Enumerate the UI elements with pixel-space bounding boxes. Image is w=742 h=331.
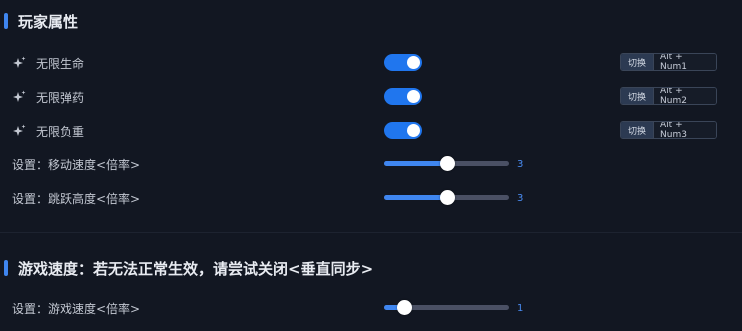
jump-height-slider[interactable] bbox=[384, 190, 509, 205]
infinite-ammo-toggle[interactable] bbox=[384, 88, 422, 105]
infinite-weight-toggle[interactable] bbox=[384, 122, 422, 139]
toggle-label: 无限负重 bbox=[36, 124, 85, 139]
toggle-knob bbox=[407, 90, 420, 103]
toggle-label: 无限生命 bbox=[36, 56, 85, 71]
section-accent-bar bbox=[4, 13, 8, 29]
infinite-health-toggle[interactable] bbox=[384, 54, 422, 71]
slider-label: 设置：游戏速度<倍率> bbox=[12, 301, 141, 316]
slider-thumb[interactable] bbox=[397, 300, 412, 315]
slider-thumb[interactable] bbox=[440, 190, 455, 205]
slider-value: 3 bbox=[517, 192, 524, 204]
sparkle-icon bbox=[13, 90, 26, 102]
slider-row-jump-height: 设置：跳跃高度<倍率> 3 bbox=[0, 186, 742, 210]
section-title-game-speed: 游戏速度：若无法正常生效，请尝试关闭<垂直同步> bbox=[4, 257, 373, 279]
hotkey-combo: Alt + Num3 bbox=[654, 122, 717, 138]
toggle-label: 无限弹药 bbox=[36, 90, 85, 105]
hotkey-switch-button[interactable]: 切换 bbox=[621, 54, 655, 70]
hotkey-switch-button[interactable]: 切换 bbox=[621, 122, 655, 138]
toggle-knob bbox=[407, 56, 420, 69]
toggle-row-infinite-weight: 无限负重 切换 Alt + Num3 bbox=[0, 119, 742, 143]
slider-thumb[interactable] bbox=[440, 156, 455, 171]
slider-row-game-speed: 设置：游戏速度<倍率> 1 bbox=[0, 296, 742, 320]
toggle-knob bbox=[407, 124, 420, 137]
section-title-text: 游戏速度：若无法正常生效，请尝试关闭<垂直同步> bbox=[18, 259, 374, 278]
toggle-row-infinite-ammo: 无限弹药 切换 Alt + Num2 bbox=[0, 85, 742, 109]
slider-fill bbox=[384, 195, 447, 200]
slider-label: 设置：跳跃高度<倍率> bbox=[12, 191, 141, 206]
trainer-panel: 玩家属性 无限生命 切换 Alt + Num1 无限弹药 切换 Alt + Nu… bbox=[0, 0, 742, 331]
hotkey-switch-button[interactable]: 切换 bbox=[621, 88, 655, 104]
section-divider bbox=[0, 232, 742, 233]
section-title-player-attributes: 玩家属性 bbox=[4, 10, 78, 32]
hotkey-combo: Alt + Num1 bbox=[654, 54, 717, 70]
hotkey-group: 切换 Alt + Num1 bbox=[620, 53, 718, 71]
slider-fill bbox=[384, 161, 447, 166]
slider-row-move-speed: 设置：移动速度<倍率> 3 bbox=[0, 152, 742, 176]
game-speed-slider[interactable] bbox=[384, 300, 509, 315]
section-title-text: 玩家属性 bbox=[18, 12, 79, 31]
hotkey-combo: Alt + Num2 bbox=[654, 88, 717, 104]
section-accent-bar bbox=[4, 260, 8, 276]
slider-value: 1 bbox=[517, 302, 524, 314]
sparkle-icon bbox=[13, 124, 26, 136]
slider-value: 3 bbox=[517, 158, 524, 170]
hotkey-group: 切换 Alt + Num2 bbox=[620, 87, 718, 105]
sparkle-icon bbox=[13, 56, 26, 68]
toggle-row-infinite-health: 无限生命 切换 Alt + Num1 bbox=[0, 51, 742, 75]
slider-label: 设置：移动速度<倍率> bbox=[12, 157, 141, 172]
hotkey-group: 切换 Alt + Num3 bbox=[620, 121, 718, 139]
move-speed-slider[interactable] bbox=[384, 156, 509, 171]
